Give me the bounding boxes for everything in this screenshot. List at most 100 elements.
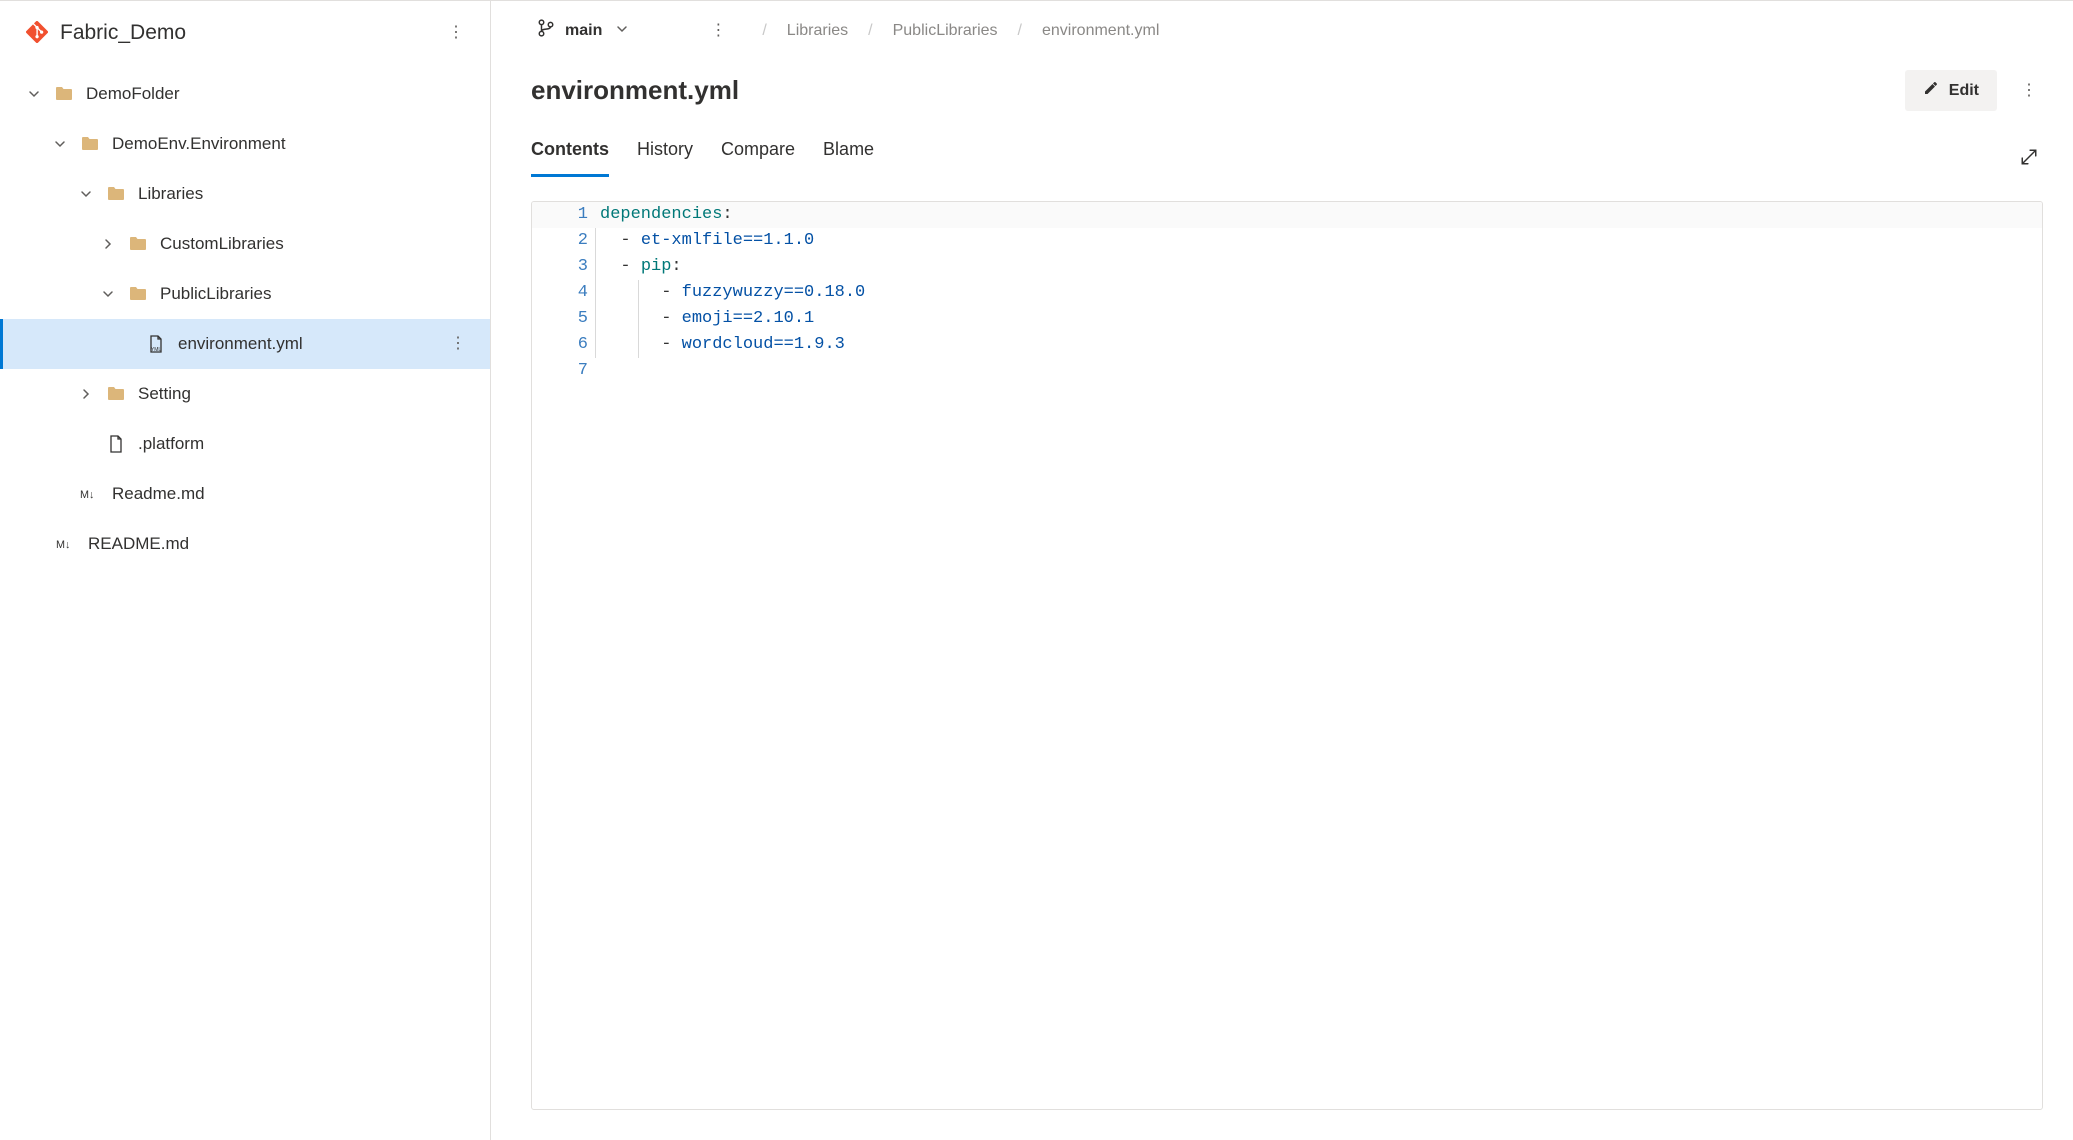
sidebar-header: Fabric_Demo ⋮	[0, 1, 490, 65]
sidebar: Fabric_Demo ⋮ DemoFolder	[0, 1, 491, 1140]
line-number: 4	[532, 280, 600, 306]
tree-file-platform[interactable]: .platform	[0, 419, 490, 469]
chevron-down-icon	[26, 86, 42, 102]
breadcrumb-sep: /	[868, 22, 872, 40]
tree-file-environment-yml[interactable]: YML environment.yml ⋮	[0, 319, 490, 369]
more-vertical-icon: ⋮	[2021, 83, 2037, 99]
edit-button[interactable]: Edit	[1905, 70, 1997, 111]
svg-text:M↓: M↓	[56, 539, 70, 550]
chevron-down-icon	[100, 286, 116, 302]
tree-label: .platform	[138, 434, 204, 454]
folder-icon	[128, 234, 148, 254]
tabs-row: Contents History Compare Blame	[491, 139, 2073, 177]
breadcrumb-publiclibraries[interactable]: PublicLibraries	[893, 22, 998, 40]
branch-name: main	[565, 22, 602, 40]
line-number: 3	[532, 254, 600, 280]
svg-text:M↓: M↓	[80, 489, 94, 500]
code-line[interactable]: 5 - emoji==2.10.1	[532, 306, 2042, 332]
tree-label: DemoFolder	[86, 84, 180, 104]
code-content: - et-xmlfile==1.1.0	[600, 228, 2042, 254]
folder-icon	[80, 134, 100, 154]
code-content: - pip:	[600, 254, 2042, 280]
line-number: 5	[532, 306, 600, 332]
tree-file-readme-root[interactable]: M↓ README.md	[0, 519, 490, 569]
chevron-down-icon	[52, 136, 68, 152]
tab-history[interactable]: History	[637, 139, 693, 177]
chevron-right-icon	[100, 236, 116, 252]
file-tree: DemoFolder DemoEnv.Environment Librari	[0, 65, 490, 1140]
tree-folder-setting[interactable]: Setting	[0, 369, 490, 419]
markdown-icon: M↓	[56, 534, 76, 554]
more-vertical-icon: ⋮	[448, 25, 464, 41]
tree-file-readme-inner[interactable]: M↓ Readme.md	[0, 469, 490, 519]
fullscreen-button[interactable]	[2015, 144, 2043, 172]
branch-more-button[interactable]: ⋮	[704, 17, 732, 45]
folder-icon	[128, 284, 148, 304]
main-panel: main ⋮ / Libraries / PublicLibraries / e…	[491, 1, 2073, 1140]
edit-button-label: Edit	[1949, 82, 1979, 100]
code-line[interactable]: 7	[532, 358, 2042, 384]
code-content: dependencies:	[600, 202, 2042, 228]
branch-selector[interactable]: main	[531, 15, 634, 46]
indent-guide	[595, 280, 596, 306]
code-viewer[interactable]: 1dependencies:2 - et-xmlfile==1.1.03 - p…	[531, 201, 2043, 1110]
indent-guide	[638, 306, 639, 332]
indent-guide	[595, 332, 596, 358]
file-icon	[106, 434, 126, 454]
sidebar-more-button[interactable]: ⋮	[442, 19, 470, 47]
file-header: environment.yml Edit ⋮	[491, 60, 2073, 111]
indent-guide	[638, 280, 639, 306]
indent-guide	[595, 254, 596, 280]
tree-label: DemoEnv.Environment	[112, 134, 286, 154]
more-vertical-icon: ⋮	[710, 23, 726, 39]
git-logo-icon	[26, 21, 48, 46]
line-number: 1	[532, 202, 600, 228]
breadcrumb-libraries[interactable]: Libraries	[787, 22, 848, 40]
tab-compare[interactable]: Compare	[721, 139, 795, 177]
tree-folder-libraries[interactable]: Libraries	[0, 169, 490, 219]
tree-label: Readme.md	[112, 484, 205, 504]
indent-guide	[638, 332, 639, 358]
tree-folder-demofolder[interactable]: DemoFolder	[0, 69, 490, 119]
tree-folder-publiclibraries[interactable]: PublicLibraries	[0, 269, 490, 319]
line-number: 2	[532, 228, 600, 254]
line-number: 6	[532, 332, 600, 358]
pencil-icon	[1923, 80, 1939, 101]
tree-label: README.md	[88, 534, 189, 554]
tree-label: environment.yml	[178, 334, 303, 354]
breadcrumb: / Libraries / PublicLibraries / environm…	[762, 22, 1159, 40]
tab-contents[interactable]: Contents	[531, 139, 609, 177]
tree-folder-customlibraries[interactable]: CustomLibraries	[0, 219, 490, 269]
tree-row-more-button[interactable]: ⋮	[444, 330, 472, 358]
tree-folder-demoenv[interactable]: DemoEnv.Environment	[0, 119, 490, 169]
tabs: Contents History Compare Blame	[531, 139, 874, 177]
code-line[interactable]: 4 - fuzzywuzzy==0.18.0	[532, 280, 2042, 306]
markdown-icon: M↓	[80, 484, 100, 504]
branch-icon	[537, 19, 555, 42]
chevron-down-icon	[616, 23, 628, 38]
breadcrumb-sep: /	[1018, 22, 1022, 40]
folder-icon	[106, 384, 126, 404]
topbar: main ⋮ / Libraries / PublicLibraries / e…	[491, 1, 2073, 60]
indent-guide	[595, 228, 596, 254]
repo-name[interactable]: Fabric_Demo	[60, 21, 430, 45]
chevron-right-icon	[78, 386, 94, 402]
file-more-button[interactable]: ⋮	[2015, 77, 2043, 105]
line-number: 7	[532, 358, 600, 384]
tree-label: PublicLibraries	[160, 284, 272, 304]
code-content: - fuzzywuzzy==0.18.0	[600, 280, 2042, 306]
code-line[interactable]: 6 - wordcloud==1.9.3	[532, 332, 2042, 358]
chevron-down-icon	[78, 186, 94, 202]
code-line[interactable]: 1dependencies:	[532, 202, 2042, 228]
code-content: - wordcloud==1.9.3	[600, 332, 2042, 358]
code-line[interactable]: 2 - et-xmlfile==1.1.0	[532, 228, 2042, 254]
file-title: environment.yml	[531, 75, 1905, 106]
code-content: - emoji==2.10.1	[600, 306, 2042, 332]
breadcrumb-file[interactable]: environment.yml	[1042, 22, 1159, 40]
expand-icon	[2020, 148, 2038, 169]
yml-file-icon: YML	[146, 334, 166, 354]
tree-label: Libraries	[138, 184, 203, 204]
tab-blame[interactable]: Blame	[823, 139, 874, 177]
svg-text:YML: YML	[151, 347, 162, 353]
code-line[interactable]: 3 - pip:	[532, 254, 2042, 280]
